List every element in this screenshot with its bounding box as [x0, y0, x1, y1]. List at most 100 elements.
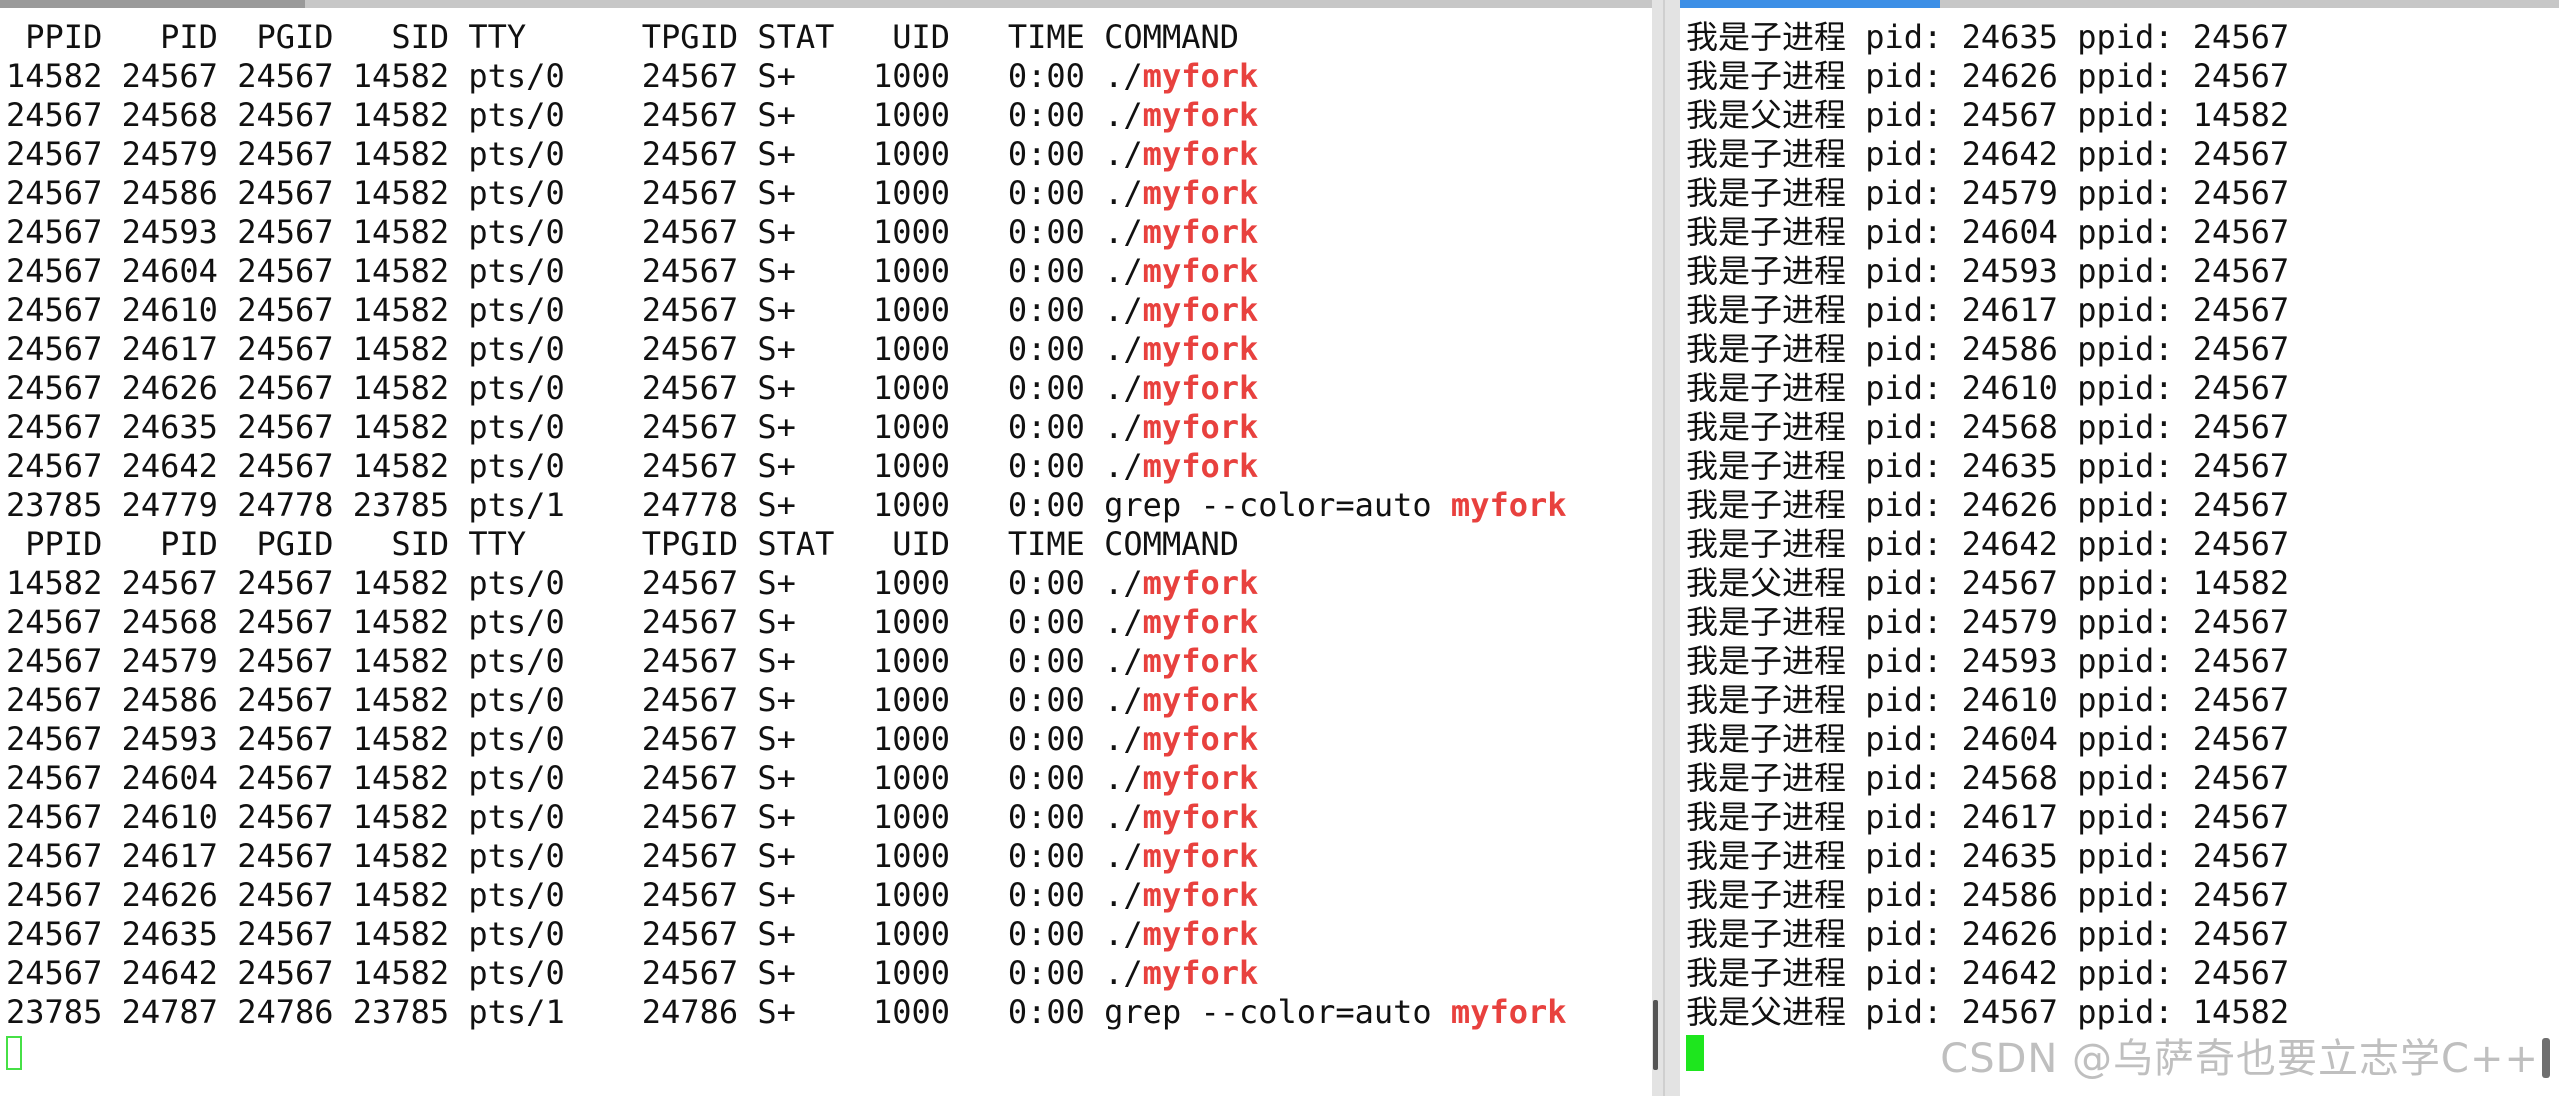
right-pane-tab-strip [1680, 0, 2559, 8]
grep-match-highlight: myfork [1142, 837, 1259, 875]
grep-match-highlight: myfork [1142, 135, 1259, 173]
program-output-line: 我是子进程 pid: 24642 ppid: 24567 [1686, 525, 2290, 563]
ps-process-row: 24567 24617 24567 14582 pts/0 24567 S+ 1… [6, 837, 1567, 876]
grep-match-highlight: myfork [1142, 174, 1259, 212]
left-pane-active-tab[interactable] [0, 0, 305, 8]
right-terminal-pane[interactable]: 我是子进程 pid: 24635 ppid: 24567 我是子进程 pid: 2… [1680, 8, 2559, 1096]
ps-process-row: 24567 24617 24567 14582 pts/0 24567 S+ 1… [6, 330, 1567, 369]
grep-match-highlight: myfork [1142, 291, 1259, 329]
program-output-line: 我是子进程 pid: 24604 ppid: 24567 [1686, 213, 2290, 251]
grep-match-highlight: myfork [1142, 408, 1259, 446]
ps-process-row: 24567 24635 24567 14582 pts/0 24567 S+ 1… [6, 915, 1567, 954]
grep-match-highlight: myfork [1142, 213, 1259, 251]
program-output-line: 我是子进程 pid: 24626 ppid: 24567 [1686, 915, 2290, 953]
ps-process-row: 24567 24586 24567 14582 pts/0 24567 S+ 1… [6, 681, 1567, 720]
grep-match-highlight: myfork [1142, 759, 1259, 797]
grep-match-highlight: myfork [1142, 57, 1259, 95]
ps-process-row: 24567 24568 24567 14582 pts/0 24567 S+ 1… [6, 96, 1567, 135]
program-output-line: 我是子进程 pid: 24604 ppid: 24567 [1686, 720, 2290, 758]
ps-row-fields: 24567 24626 24567 14582 pts/0 24567 S+ 1… [6, 876, 1143, 914]
program-output-line: 我是子进程 pid: 24593 ppid: 24567 [1686, 252, 2290, 290]
program-output-line: 我是子进程 pid: 24579 ppid: 24567 [1686, 174, 2290, 212]
ps-row-fields: 14582 24567 24567 14582 pts/0 24567 S+ 1… [6, 57, 1143, 95]
program-output-line: 我是子进程 pid: 24626 ppid: 24567 [1686, 57, 2290, 95]
grep-match-highlight: myfork [1142, 681, 1259, 719]
program-output-line: 我是父进程 pid: 24567 ppid: 14582 [1686, 564, 2290, 602]
ps-process-row: 24567 24635 24567 14582 pts/0 24567 S+ 1… [6, 408, 1567, 447]
ps-row-fields: 24567 24579 24567 14582 pts/0 24567 S+ 1… [6, 135, 1143, 173]
ps-row-fields: 24567 24642 24567 14582 pts/0 24567 S+ 1… [6, 954, 1143, 992]
ps-header-line: PPID PID PGID SID TTY TPGID STAT UID TIM… [6, 18, 1239, 56]
ps-process-row: 24567 24610 24567 14582 pts/0 24567 S+ 1… [6, 798, 1567, 837]
right-terminal-scrollbar[interactable] [2542, 1038, 2550, 1078]
ps-row-fields: 24567 24593 24567 14582 pts/0 24567 S+ 1… [6, 720, 1143, 758]
csdn-watermark: CSDN @乌萨奇也要立志学C++ [1940, 1036, 2539, 1082]
right-terminal-output: 我是子进程 pid: 24635 ppid: 24567 我是子进程 pid: 2… [1686, 18, 2289, 1071]
ps-process-row: 24567 24604 24567 14582 pts/0 24567 S+ 1… [6, 759, 1567, 798]
ps-row-fields: 24567 24568 24567 14582 pts/0 24567 S+ 1… [6, 603, 1143, 641]
ps-process-row: 14582 24567 24567 14582 pts/0 24567 S+ 1… [6, 57, 1567, 96]
program-output-line: 我是子进程 pid: 24635 ppid: 24567 [1686, 447, 2290, 485]
ps-process-row: 24567 24626 24567 14582 pts/0 24567 S+ 1… [6, 369, 1567, 408]
ps-row-fields: 24567 24642 24567 14582 pts/0 24567 S+ 1… [6, 447, 1143, 485]
grep-match-highlight: myfork [1450, 486, 1567, 524]
ps-row-fields: 24567 24617 24567 14582 pts/0 24567 S+ 1… [6, 330, 1143, 368]
left-terminal-scrollbar[interactable] [1653, 1000, 1658, 1070]
grep-match-highlight: myfork [1142, 96, 1259, 134]
program-output-line: 我是子进程 pid: 24568 ppid: 24567 [1686, 759, 2290, 797]
grep-match-highlight: myfork [1142, 954, 1259, 992]
prompt-line[interactable] [6, 1032, 1567, 1071]
ps-row-fields: 24567 24568 24567 14582 pts/0 24567 S+ 1… [6, 96, 1143, 134]
grep-match-highlight: myfork [1450, 993, 1567, 1031]
program-output-line: 我是父进程 pid: 24567 ppid: 14582 [1686, 96, 2290, 134]
left-pane-tab-strip [0, 0, 1652, 8]
program-output-line: 我是子进程 pid: 24626 ppid: 24567 [1686, 486, 2290, 524]
grep-match-highlight: myfork [1142, 798, 1259, 836]
program-output-line: 我是子进程 pid: 24617 ppid: 24567 [1686, 291, 2290, 329]
grep-match-highlight: myfork [1142, 876, 1259, 914]
ps-process-row: 24567 24593 24567 14582 pts/0 24567 S+ 1… [6, 213, 1567, 252]
ps-row-fields: 24567 24586 24567 14582 pts/0 24567 S+ 1… [6, 681, 1143, 719]
grep-match-highlight: myfork [1142, 369, 1259, 407]
program-output-line: 我是子进程 pid: 24610 ppid: 24567 [1686, 681, 2290, 719]
ps-process-row: 24567 24626 24567 14582 pts/0 24567 S+ 1… [6, 876, 1567, 915]
ps-row-fields: 24567 24635 24567 14582 pts/0 24567 S+ 1… [6, 915, 1143, 953]
program-output-line: 我是子进程 pid: 24568 ppid: 24567 [1686, 408, 2290, 446]
right-pane-active-tab[interactable] [1680, 0, 1940, 8]
ps-row-fields: 24567 24604 24567 14582 pts/0 24567 S+ 1… [6, 759, 1143, 797]
grep-match-highlight: myfork [1142, 252, 1259, 290]
grep-match-highlight: myfork [1142, 603, 1259, 641]
ps-process-row: 24567 24579 24567 14582 pts/0 24567 S+ 1… [6, 135, 1567, 174]
program-output-line: 我是子进程 pid: 24642 ppid: 24567 [1686, 135, 2290, 173]
ps-process-row: 23785 24787 24786 23785 pts/1 24786 S+ 1… [6, 993, 1567, 1032]
grep-match-highlight: myfork [1142, 720, 1259, 758]
program-output-line: 我是子进程 pid: 24586 ppid: 24567 [1686, 876, 2290, 914]
ps-process-row: 24567 24579 24567 14582 pts/0 24567 S+ 1… [6, 642, 1567, 681]
terminal-cursor[interactable] [6, 1036, 22, 1070]
ps-row-fields: 24567 24626 24567 14582 pts/0 24567 S+ 1… [6, 369, 1143, 407]
ps-process-row: 24567 24610 24567 14582 pts/0 24567 S+ 1… [6, 291, 1567, 330]
ps-process-row: 24567 24593 24567 14582 pts/0 24567 S+ 1… [6, 720, 1567, 759]
program-output-line: 我是子进程 pid: 24635 ppid: 24567 [1686, 837, 2290, 875]
program-output-line: 我是子进程 pid: 24579 ppid: 24567 [1686, 603, 2290, 641]
program-output-line: 我是子进程 pid: 24642 ppid: 24567 [1686, 954, 2290, 992]
program-output-line: 我是子进程 pid: 24610 ppid: 24567 [1686, 369, 2290, 407]
ps-process-row: 24567 24604 24567 14582 pts/0 24567 S+ 1… [6, 252, 1567, 291]
ps-row-fields: 24567 24610 24567 14582 pts/0 24567 S+ 1… [6, 798, 1143, 836]
ps-process-row: 24567 24568 24567 14582 pts/0 24567 S+ 1… [6, 603, 1567, 642]
terminal-cursor[interactable] [1686, 1035, 1704, 1071]
pane-divider-bar[interactable] [1663, 0, 1665, 1096]
ps-row-fields: 24567 24586 24567 14582 pts/0 24567 S+ 1… [6, 174, 1143, 212]
ps-row-fields: 24567 24610 24567 14582 pts/0 24567 S+ 1… [6, 291, 1143, 329]
grep-match-highlight: myfork [1142, 642, 1259, 680]
grep-match-highlight: myfork [1142, 447, 1259, 485]
ps-process-row: 24567 24586 24567 14582 pts/0 24567 S+ 1… [6, 174, 1567, 213]
left-terminal-pane[interactable]: PPID PID PGID SID TTY TPGID STAT UID TIM… [0, 8, 1652, 1096]
program-output-line: 我是子进程 pid: 24593 ppid: 24567 [1686, 642, 2290, 680]
ps-row-fields: 23785 24779 24778 23785 pts/1 24778 S+ 1… [6, 486, 1451, 524]
ps-row-fields: 14582 24567 24567 14582 pts/0 24567 S+ 1… [6, 564, 1143, 602]
ps-row-fields: 24567 24617 24567 14582 pts/0 24567 S+ 1… [6, 837, 1143, 875]
grep-match-highlight: myfork [1142, 915, 1259, 953]
pane-divider[interactable] [1652, 0, 1680, 1096]
program-output-line: 我是子进程 pid: 24635 ppid: 24567 [1686, 18, 2290, 56]
